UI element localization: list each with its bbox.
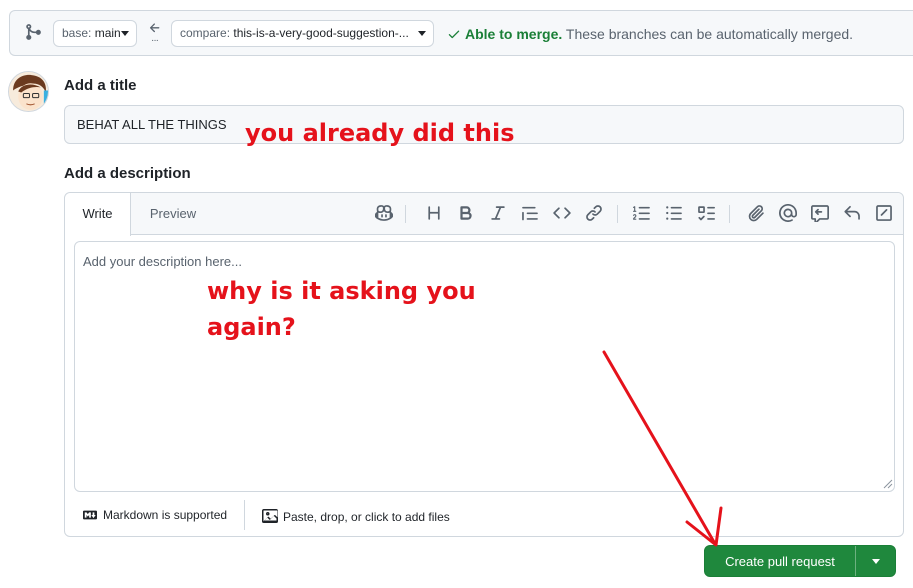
- compare-branch-select[interactable]: compare: this-is-a-very-good-suggestion-…: [171, 20, 434, 47]
- toolbar-divider: [405, 205, 406, 223]
- markdown-note: Markdown is supported: [103, 508, 228, 522]
- toolbar-divider: [729, 205, 730, 223]
- link-icon[interactable]: [585, 204, 603, 222]
- fullscreen-icon[interactable]: [875, 204, 893, 222]
- heading-icon[interactable]: [425, 204, 443, 222]
- compare-branch-name: this-is-a-very-good-suggestion-...: [233, 26, 409, 40]
- attach-note: Paste, drop, or click to add files: [283, 510, 450, 524]
- description-label: Add a description: [64, 165, 191, 182]
- arrow-left-icon: [148, 21, 162, 35]
- description-editor: Write Preview Add your description here.…: [64, 192, 904, 537]
- quote-icon[interactable]: [521, 204, 539, 222]
- check-icon: [447, 27, 461, 41]
- create-options-dropdown[interactable]: [856, 546, 895, 576]
- reference-icon[interactable]: [811, 204, 829, 224]
- footer-divider: [244, 500, 245, 530]
- attach-icon[interactable]: [747, 204, 765, 222]
- tab-write[interactable]: Write: [65, 193, 131, 236]
- title-label: Add a title: [64, 77, 137, 94]
- resize-handle-icon[interactable]: [881, 476, 893, 489]
- chevron-down-icon: [121, 31, 129, 36]
- undo-icon[interactable]: [843, 204, 861, 222]
- image-icon: [262, 509, 278, 523]
- attach-files-button[interactable]: Paste, drop, or click to add files: [262, 508, 450, 524]
- markdown-help-link[interactable]: Markdown is supported: [82, 508, 227, 522]
- mention-icon[interactable]: [778, 203, 797, 223]
- toolbar-divider: [617, 205, 618, 223]
- compare-arrows-icon: [24, 23, 42, 41]
- base-branch-select[interactable]: base: main: [53, 20, 137, 47]
- markdown-icon: [83, 510, 97, 520]
- base-prefix: base:: [62, 26, 92, 40]
- task-list-icon[interactable]: [697, 204, 715, 222]
- editor-toolbar: Write Preview: [65, 193, 903, 236]
- annotation-title-comment: you already did this: [245, 119, 515, 147]
- annotation-desc-comment-line1: why is it asking you: [207, 277, 476, 305]
- unordered-list-icon[interactable]: [665, 204, 683, 222]
- copilot-icon[interactable]: [375, 204, 393, 222]
- compare-prefix: compare:: [180, 26, 231, 40]
- chevron-down-icon: [418, 31, 426, 36]
- code-icon[interactable]: [553, 204, 571, 222]
- editor-footer: Markdown is supported Paste, drop, or cl…: [65, 500, 903, 536]
- ellipsis-icon: ···: [151, 35, 159, 46]
- italic-icon[interactable]: [489, 204, 507, 222]
- merge-status: Able to merge. These branches can be aut…: [465, 26, 853, 42]
- ordered-list-icon[interactable]: [633, 204, 651, 222]
- merge-message: These branches can be automatically merg…: [565, 26, 854, 42]
- annotation-arrow: [602, 350, 723, 547]
- compare-bar: base: main ··· compare: this-is-a-very-g…: [9, 10, 913, 56]
- tab-preview[interactable]: Preview: [137, 193, 209, 236]
- base-branch-name: main: [94, 26, 121, 40]
- annotation-desc-comment-line2: again?: [207, 313, 296, 341]
- avatar[interactable]: [8, 71, 49, 112]
- description-textarea[interactable]: [74, 241, 895, 492]
- merge-ok-text: Able to merge.: [465, 26, 563, 42]
- bold-icon[interactable]: [457, 204, 475, 222]
